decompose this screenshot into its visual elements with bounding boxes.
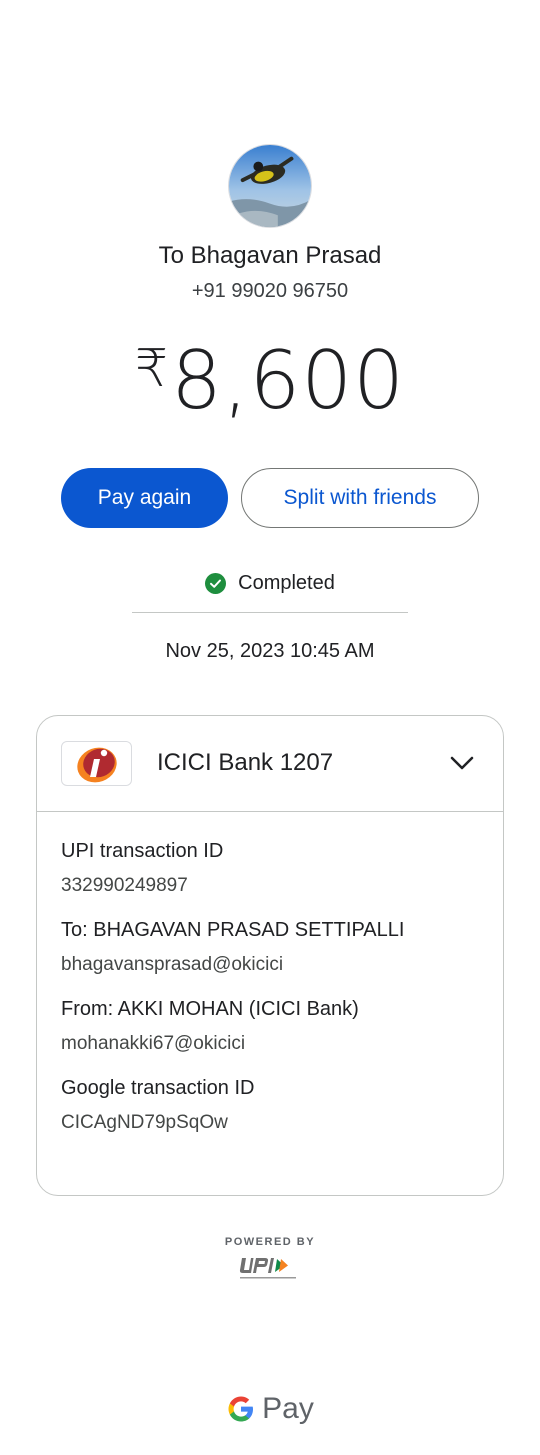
recipient-avatar[interactable] bbox=[228, 144, 312, 228]
detail-value[interactable]: bhagavansprasad@okicici bbox=[61, 954, 479, 976]
details-list: UPI transaction ID 332990249897 To: BHAG… bbox=[37, 812, 503, 1134]
currency-symbol: ₹ bbox=[134, 339, 170, 399]
transaction-details-screen: To Bhagavan Prasad +91 99020 96750 ₹8,60… bbox=[0, 0, 540, 1455]
divider bbox=[132, 612, 408, 613]
powered-by-label: POWERED BY bbox=[224, 1236, 316, 1248]
detail-label: UPI transaction ID bbox=[61, 840, 224, 862]
detail-label: Google transaction ID bbox=[61, 1077, 255, 1099]
detail-label: To: BHAGAVAN PRASAD SETTIPALLI bbox=[61, 919, 405, 941]
google-pay-logo: Pay bbox=[0, 1392, 540, 1426]
recipient-phone: +91 99020 96750 bbox=[191, 280, 349, 302]
detail-upi-transaction-id: UPI transaction ID 332990249897 bbox=[61, 840, 479, 897]
pay-again-button[interactable]: Pay again bbox=[61, 468, 228, 528]
transaction-details-card: ICICI Bank 1207 UPI transaction ID 33299… bbox=[36, 715, 504, 1196]
detail-value[interactable]: 332990249897 bbox=[61, 875, 479, 897]
check-circle-icon bbox=[205, 573, 227, 594]
amount-value: 8,600 bbox=[171, 334, 406, 427]
transaction-datetime: Nov 25, 2023 10:45 AM bbox=[165, 640, 375, 662]
detail-from: From: AKKI MOHAN (ICICI Bank) mohanakki6… bbox=[61, 998, 479, 1055]
detail-label: From: AKKI MOHAN (ICICI Bank) bbox=[61, 998, 359, 1020]
chevron-down-icon[interactable] bbox=[449, 752, 475, 774]
avatar-image bbox=[229, 145, 311, 227]
detail-value[interactable]: CICAgND79pSqOw bbox=[61, 1112, 479, 1134]
gpay-text: Pay bbox=[262, 1392, 314, 1425]
payment-amount: ₹8,600 bbox=[0, 334, 540, 427]
detail-to: To: BHAGAVAN PRASAD SETTIPALLI bhagavans… bbox=[61, 919, 479, 976]
status-label: Completed bbox=[238, 572, 335, 594]
recipient-name: To Bhagavan Prasad bbox=[158, 242, 382, 269]
bank-account-header[interactable]: ICICI Bank 1207 bbox=[37, 716, 503, 812]
icici-logo-icon bbox=[61, 741, 132, 786]
detail-google-transaction-id: Google transaction ID CICAgND79pSqOw bbox=[61, 1077, 479, 1134]
google-g-icon bbox=[228, 1396, 254, 1422]
detail-value[interactable]: mohanakki67@okicici bbox=[61, 1033, 479, 1055]
split-with-friends-button[interactable]: Split with friends bbox=[241, 468, 479, 528]
upi-logo-icon bbox=[239, 1258, 296, 1279]
bank-account-name: ICICI Bank 1207 bbox=[157, 749, 334, 776]
status-row: Completed bbox=[0, 572, 540, 595]
